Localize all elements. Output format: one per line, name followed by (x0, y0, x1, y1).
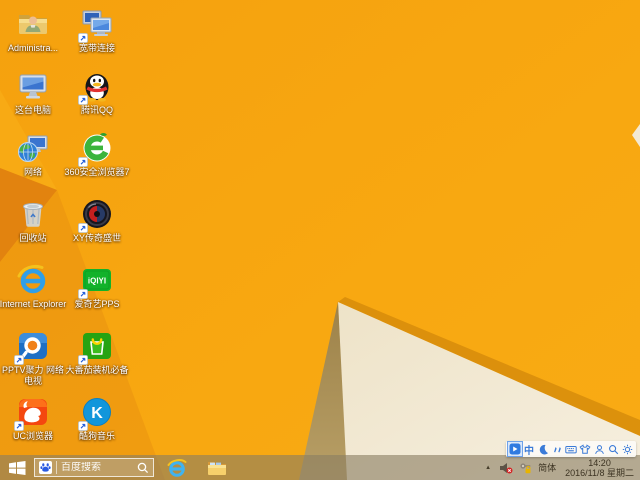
desktop-icon-label: XY传奇盛世 (72, 233, 121, 243)
taskbar-ie-button[interactable] (160, 455, 194, 480)
desktop-icon-label: 360安全浏览器7 (64, 167, 130, 177)
fullwidth-toggle-moon-icon[interactable] (536, 442, 550, 456)
desktop-icon-label: Internet Explorer (0, 299, 67, 309)
desktop-icon-label: 大番茄装机必备 (65, 365, 129, 375)
start-button[interactable] (0, 455, 34, 480)
desktop-icon-label: 腾讯QQ (80, 105, 113, 115)
administrator-folder-icon (15, 6, 51, 42)
language-indicator[interactable]: 简体 (538, 461, 556, 474)
system-tray: ▲ 简体 14:20 2016/11/8 星期二 (483, 455, 637, 480)
ime-settings-icon[interactable] (620, 442, 634, 456)
svg-text:K: K (91, 405, 103, 422)
desktop-icon-label: 爱奇艺PPS (74, 299, 120, 309)
chinese-mode-icon[interactable]: 中 (522, 442, 536, 457)
search-icon[interactable] (137, 462, 149, 474)
desktop-icon-tencent-qq[interactable]: 腾讯QQ (65, 68, 129, 116)
kugou-music-icon: K (78, 394, 115, 431)
search-input[interactable] (61, 462, 137, 473)
internet-explorer-icon (15, 262, 51, 298)
baidu-logo-icon (39, 461, 52, 474)
chinese-punctuation-icon[interactable] (550, 442, 564, 456)
clock-time: 14:20 (588, 457, 611, 468)
desktop-icon-uc-browser[interactable]: UC浏览器 (1, 394, 65, 442)
desktop-icon-label: 网络 (23, 167, 42, 177)
windows-logo-icon (8, 460, 25, 475)
desktop-icon-360-browser[interactable]: 360安全浏览器7 (64, 130, 130, 178)
ime-skin-icon[interactable] (578, 442, 592, 456)
desktop-icon-label: Administra... (7, 43, 58, 53)
ime-account-icon[interactable] (592, 442, 606, 456)
desktop-icon-label: 宽带连接 (78, 43, 115, 53)
broadband-connection-icon (78, 6, 115, 43)
volume-muted-icon[interactable] (499, 462, 513, 474)
baidu-ime-logo-icon[interactable] (507, 441, 523, 457)
taskbar: ▲ 简体 14:20 2016/11/8 星期二 (0, 455, 640, 480)
search-divider (56, 461, 57, 474)
file-explorer-icon (208, 462, 226, 475)
clock-date: 2016/11/8 星期二 (565, 467, 634, 478)
iqiyi-pps-icon: iQIYI (78, 262, 115, 299)
desktop-icon-label: 这台电脑 (14, 105, 51, 115)
ime-language-bar: 中 (506, 441, 636, 457)
taskbar-search-box[interactable] (34, 458, 154, 477)
desktop-icon-administrator-folder[interactable]: Administra... (1, 6, 65, 54)
desktop-icon-label: PPTV聚力 网络电视 (1, 365, 64, 386)
big-tomato-icon (78, 328, 115, 365)
360-browser-icon (78, 130, 115, 167)
desktop-icon-label: 酷狗音乐 (78, 431, 115, 441)
desktop-icon-label: UC浏览器 (13, 431, 53, 441)
uc-browser-icon (14, 394, 51, 431)
desktop-icon-internet-explorer[interactable]: Internet Explorer (0, 262, 67, 310)
desktop-icon-iqiyi-pps[interactable]: iQIYI 爱奇艺PPS (65, 262, 129, 310)
security-keys-tray-icon[interactable] (519, 462, 532, 474)
desktop-icon-big-tomato[interactable]: 大番茄装机必备 (65, 328, 129, 376)
desktop-icon-broadband-connection[interactable]: 宽带连接 (65, 6, 129, 54)
desktop-icon-network[interactable]: 网络 (1, 130, 65, 178)
desktop-icon-label: 回收站 (19, 233, 47, 243)
network-icon (15, 130, 51, 166)
soft-keyboard-icon[interactable] (564, 442, 578, 456)
taskbar-file-explorer-button[interactable] (200, 455, 234, 480)
svg-text:iQIYI: iQIYI (88, 277, 106, 286)
internet-explorer-icon (167, 458, 187, 477)
taskbar-clock[interactable]: 14:20 2016/11/8 星期二 (562, 458, 637, 478)
desktop-icon-recycle-bin[interactable]: 回收站 (1, 196, 65, 244)
tencent-qq-icon (78, 68, 115, 105)
recycle-bin-icon (15, 196, 51, 232)
show-hidden-icons-button[interactable]: ▲ (483, 463, 493, 473)
pptv-icon (14, 328, 51, 365)
xy-game-icon (78, 196, 115, 233)
ime-search-icon[interactable] (606, 442, 620, 456)
desktop-icon-kugou-music[interactable]: K 酷狗音乐 (65, 394, 129, 442)
desktop-icon-xy-game[interactable]: XY传奇盛世 (65, 196, 129, 244)
desktop-icon-this-pc[interactable]: 这台电脑 (1, 68, 65, 116)
desktop-icon-pptv[interactable]: PPTV聚力 网络电视 (1, 328, 65, 386)
this-pc-icon (15, 68, 51, 104)
